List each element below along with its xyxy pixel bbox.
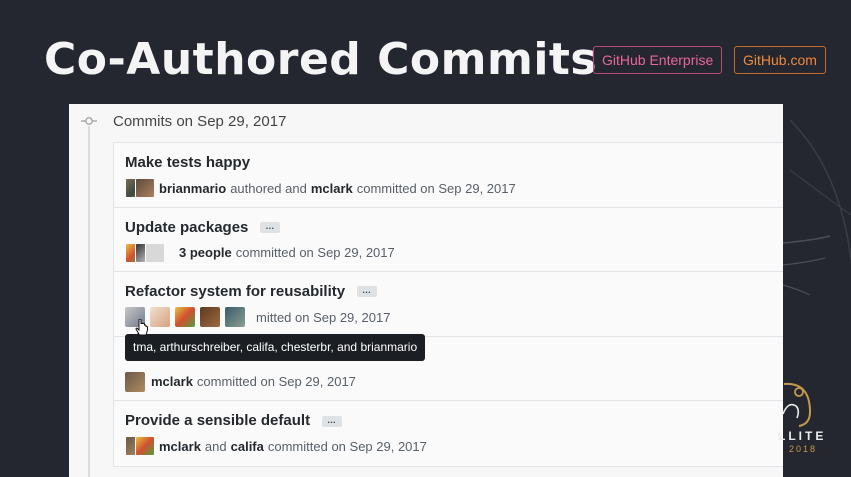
avatar-stack[interactable] [125,436,155,457]
expand-message-button[interactable]: … [321,415,342,427]
commit-title-link[interactable]: Refactor system for reusability [125,283,345,300]
and-text: and [204,438,227,454]
committer-link[interactable]: mclark [151,374,193,389]
commit-row: Refactor system for reusability … mitted… [114,272,783,337]
github-enterprise-badge: GitHub Enterprise [593,46,723,74]
commit-title-link[interactable]: Make tests happy [125,154,250,171]
satellite-logo-icon [782,382,812,427]
github-com-badge: GitHub.com [734,46,826,74]
hand-cursor-icon [135,319,148,336]
commits-screenshot: Commits on Sep 29, 2017 Make tests happy… [69,104,783,477]
avatar[interactable] [225,307,245,328]
people-count-link[interactable]: 3 people [179,245,232,260]
commit-row: Provide a sensible default … mclark and … [114,401,783,466]
presentation-slide: Co-Authored Commits GitHub Enterprise Gi… [0,0,851,477]
slide-title: Co-Authored Commits [44,34,598,85]
author-link[interactable]: brianmario [159,181,226,196]
commit-meta: 3 people committed on Sep 29, 2017 [125,242,395,263]
coauthors-tooltip: tma, arthurschreiber, califa, chesterbr,… [125,329,426,361]
commit-node-icon [81,117,97,125]
commit-meta: mitted on Sep 29, 2017 [125,307,391,328]
avatar [145,242,165,263]
commit-row: Make tests happy brianmario authored and… [114,143,783,208]
avatar[interactable] [200,307,220,328]
commit-title-link[interactable]: Provide a sensible default [125,412,310,429]
avatar [125,371,145,392]
committer-link[interactable]: mclark [311,181,353,196]
authored-text: authored and [230,180,307,196]
expand-message-button[interactable]: … [356,286,377,298]
committed-date: committed on Sep 29, 2017 [356,180,516,196]
avatar [135,178,155,198]
commit-meta: mclark committed on Sep 29, 2017 [125,371,356,392]
committed-date: mitted on Sep 29, 2017 [256,309,391,325]
avatar-stack[interactable] [125,178,155,198]
commit-meta: brianmario authored and mclark committed… [125,178,516,198]
committed-date: committed on Sep 29, 2017 [235,245,395,261]
expand-message-button[interactable]: … [259,221,280,233]
avatar [135,436,155,457]
brand-year: 2018 [789,444,818,454]
commit-row: Update packages … 3 people committed on … [114,208,783,273]
commit-group-header: Commits on Sep 29, 2017 [113,113,287,130]
brand-name: LLITE [778,429,827,443]
commit-meta: mclark and califa committed on Sep 29, 2… [125,436,427,457]
committed-date: committed on Sep 29, 2017 [267,438,427,454]
coauthor-link[interactable]: califa [231,439,264,454]
timeline-line [88,126,90,477]
author-link[interactable]: mclark [159,439,201,454]
avatar-stack[interactable] [125,371,145,392]
avatar[interactable] [175,307,195,328]
avatar[interactable] [150,307,170,328]
commit-list: Make tests happy brianmario authored and… [113,142,783,467]
commit-title-link[interactable]: Update packages [125,219,248,236]
committed-date: committed on Sep 29, 2017 [196,374,356,390]
avatar-stack[interactable] [125,242,165,263]
